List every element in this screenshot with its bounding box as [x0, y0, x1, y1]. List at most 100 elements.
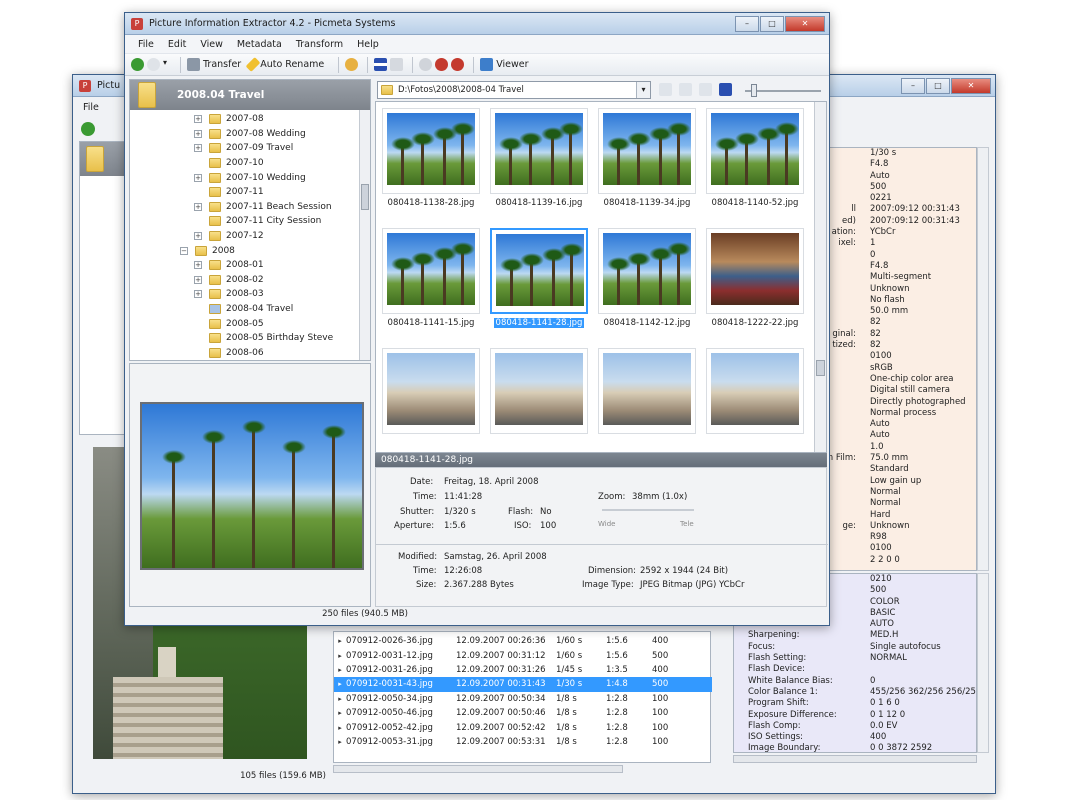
- row-expand-icon[interactable]: ▸: [334, 695, 346, 703]
- settings-icon[interactable]: [419, 58, 433, 71]
- file-row[interactable]: ▸ 070912-0031-12.jpg 12.09.2007 00:31:12 1/…: [334, 648, 712, 662]
- thumbnail-scroll-thumb[interactable]: [816, 360, 825, 376]
- tree-item[interactable]: +2008-02: [130, 273, 360, 288]
- thumb-size-slider-handle[interactable]: [751, 84, 757, 97]
- tree-item[interactable]: +2007-12: [130, 229, 360, 244]
- thumbnail[interactable]: [490, 228, 588, 314]
- thumb-size-slider[interactable]: [745, 84, 821, 97]
- thumbnail-label[interactable]: 080418-1141-15.jpg: [376, 318, 486, 328]
- tree-expand-icon[interactable]: −: [180, 246, 188, 255]
- minimize-button[interactable]: –: [901, 77, 925, 94]
- back-makernote-hscrollbar[interactable]: [733, 755, 977, 763]
- row-expand-icon[interactable]: ▸: [334, 709, 346, 717]
- close-button[interactable]: ✕: [951, 77, 991, 94]
- back-go-icon[interactable]: [81, 122, 95, 136]
- thumbnail-label[interactable]: 080418-1142-12.jpg: [592, 318, 702, 328]
- menu-help[interactable]: Help: [357, 39, 379, 50]
- minimize-button[interactable]: –: [735, 15, 759, 32]
- thumbnail[interactable]: [490, 348, 588, 434]
- dropdown-arrow-icon[interactable]: ▾: [163, 58, 171, 71]
- tree-item[interactable]: +2007-08 Wedding: [130, 127, 360, 142]
- tree-item[interactable]: +2008-04 Travel: [130, 302, 360, 317]
- thumbnail[interactable]: [706, 108, 804, 194]
- row-expand-icon[interactable]: ▸: [334, 666, 346, 674]
- thumbnail[interactable]: [490, 108, 588, 194]
- thumbnail[interactable]: [382, 228, 480, 314]
- thumbnail-label[interactable]: 080418-1139-34.jpg: [592, 198, 702, 208]
- tree-item[interactable]: +2008-01: [130, 258, 360, 273]
- tree-item[interactable]: − 2008: [130, 243, 360, 258]
- file-row[interactable]: ▸ 070912-0026-36.jpg 12.09.2007 00:26:36 1/…: [334, 634, 712, 648]
- tree-expand-icon[interactable]: +: [194, 275, 202, 284]
- thumbnail-label[interactable]: 080418-1139-16.jpg: [484, 198, 594, 208]
- rotate-left-icon[interactable]: [435, 58, 449, 71]
- menu-file[interactable]: File: [138, 39, 154, 50]
- menu-edit[interactable]: Edit: [168, 39, 186, 50]
- thumbnail[interactable]: [382, 108, 480, 194]
- tree-item[interactable]: +2007-11 City Session: [130, 214, 360, 229]
- row-expand-icon[interactable]: ▸: [334, 680, 346, 688]
- thumbnail[interactable]: [706, 348, 804, 434]
- main-titlebar[interactable]: P Picture Information Extractor 4.2 - Pi…: [125, 13, 829, 35]
- viewer-button[interactable]: Viewer: [480, 58, 529, 71]
- tree-item[interactable]: +2008-05: [130, 316, 360, 331]
- tree-expand-icon[interactable]: +: [194, 261, 202, 270]
- thumbnail-scrollbar[interactable]: [814, 102, 826, 452]
- thumbnail-label[interactable]: 080418-1140-52.jpg: [700, 198, 810, 208]
- rotate-right-icon[interactable]: [451, 58, 465, 71]
- back-file-hscrollbar[interactable]: [333, 765, 623, 773]
- thumbnail-label[interactable]: 080418-1222-22.jpg: [700, 318, 810, 328]
- row-expand-icon[interactable]: ▸: [334, 738, 346, 746]
- tree-expand-icon[interactable]: +: [194, 115, 202, 124]
- thumbnail[interactable]: [382, 348, 480, 434]
- tree-item[interactable]: +2008-03: [130, 287, 360, 302]
- tree-item[interactable]: +2007-08: [130, 112, 360, 127]
- thumbnail[interactable]: [706, 228, 804, 314]
- thumbnail-label[interactable]: 080418-1138-28.jpg: [376, 198, 486, 208]
- thumbnail[interactable]: [598, 228, 696, 314]
- view-details-icon[interactable]: [699, 83, 712, 96]
- tree-scrollbar[interactable]: [359, 110, 370, 360]
- tree-expand-icon[interactable]: +: [194, 129, 202, 138]
- row-expand-icon[interactable]: ▸: [334, 724, 346, 732]
- tree-expand-icon[interactable]: +: [194, 202, 202, 211]
- maximize-button[interactable]: □: [926, 77, 950, 94]
- file-row[interactable]: ▸ 070912-0052-42.jpg 12.09.2007 00:52:42 1/…: [334, 720, 712, 734]
- maximize-button[interactable]: □: [760, 15, 784, 32]
- tree-expand-icon[interactable]: +: [194, 290, 202, 299]
- view-icons-icon[interactable]: [659, 83, 672, 96]
- tree-item[interactable]: +2007-10: [130, 156, 360, 171]
- file-row[interactable]: ▸ 070912-0031-43.jpg 12.09.2007 00:31:43 1/…: [334, 677, 712, 692]
- file-row[interactable]: ▸ 070912-0050-34.jpg 12.09.2007 00:50:34 1/…: [334, 692, 712, 706]
- view-thumbnails-icon[interactable]: [719, 83, 732, 96]
- row-expand-icon[interactable]: ▸: [334, 637, 346, 645]
- tree-expand-icon[interactable]: +: [194, 144, 202, 153]
- tree-expand-icon[interactable]: +: [194, 232, 202, 241]
- split-horizontal-icon[interactable]: [374, 58, 388, 71]
- back-metadata-scrollbar[interactable]: [977, 147, 989, 571]
- tree-item[interactable]: +2007-10 Wedding: [130, 170, 360, 185]
- file-row[interactable]: ▸ 070912-0053-31.jpg 12.09.2007 00:53:31 1/…: [334, 735, 712, 749]
- forward-icon[interactable]: [147, 58, 160, 71]
- tree-scroll-thumb[interactable]: [361, 184, 369, 210]
- tree-item[interactable]: +2007-11 Beach Session: [130, 200, 360, 215]
- hand-icon[interactable]: [345, 58, 359, 71]
- file-row[interactable]: ▸ 070912-0031-26.jpg 12.09.2007 00:31:26 1/…: [334, 663, 712, 677]
- menu-transform[interactable]: Transform: [296, 39, 343, 50]
- auto-rename-button[interactable]: Auto Rename: [245, 57, 324, 72]
- back-makernote-scrollbar[interactable]: [977, 573, 989, 753]
- path-bar[interactable]: D:\Fotos\2008\2008-04 Travel ▾: [377, 81, 651, 99]
- tree-item[interactable]: +2007-11: [130, 185, 360, 200]
- split-vertical-icon[interactable]: [390, 58, 404, 71]
- thumbnail[interactable]: [598, 348, 696, 434]
- back-icon[interactable]: [131, 58, 144, 71]
- file-row[interactable]: ▸ 070912-0050-46.jpg 12.09.2007 00:50:46 1/…: [334, 706, 712, 720]
- thumbnail[interactable]: [598, 108, 696, 194]
- path-dropdown-icon[interactable]: ▾: [636, 82, 650, 98]
- tree-expand-icon[interactable]: +: [194, 173, 202, 182]
- thumbnail-label[interactable]: 080418-1141-28.jpg: [494, 318, 584, 328]
- row-expand-icon[interactable]: ▸: [334, 652, 346, 660]
- menu-metadata[interactable]: Metadata: [237, 39, 282, 50]
- view-list-icon[interactable]: [679, 83, 692, 96]
- tree-item[interactable]: +2007-09 Travel: [130, 141, 360, 156]
